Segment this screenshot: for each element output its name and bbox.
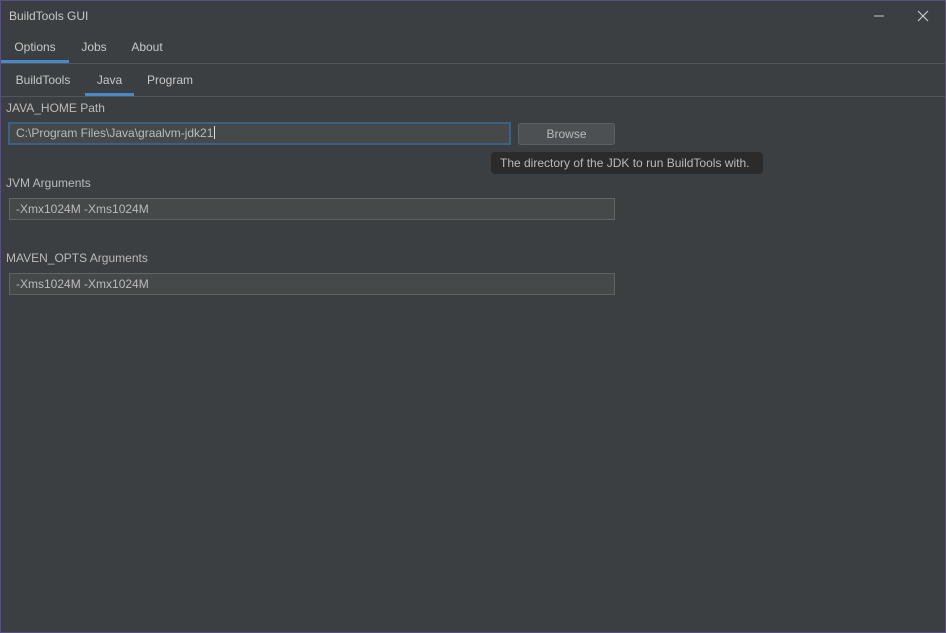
tab-options-label: Options bbox=[14, 40, 56, 54]
close-button[interactable] bbox=[901, 1, 945, 31]
tab-java-label: Java bbox=[96, 73, 123, 87]
title-bar[interactable]: BuildTools GUI bbox=[1, 1, 945, 31]
close-icon bbox=[917, 10, 929, 22]
text-caret bbox=[214, 126, 216, 139]
tab-buildtools-label: BuildTools bbox=[15, 73, 71, 87]
tab-jobs[interactable]: Jobs bbox=[69, 31, 119, 63]
maven-opts-label: MAVEN_OPTS Arguments bbox=[6, 251, 148, 265]
maven-opts-input[interactable]: -Xms1024M -Xmx1024M bbox=[9, 273, 615, 295]
tab-program[interactable]: Program bbox=[134, 64, 206, 96]
jvm-arguments-label: JVM Arguments bbox=[6, 176, 91, 190]
tab-buildtools[interactable]: BuildTools bbox=[1, 64, 85, 96]
main-tabs: Options Jobs About bbox=[1, 31, 945, 64]
browse-button[interactable]: Browse bbox=[518, 123, 615, 145]
java-home-label: JAVA_HOME Path bbox=[6, 101, 105, 115]
window-title: BuildTools GUI bbox=[9, 9, 89, 23]
minimize-icon bbox=[874, 15, 884, 17]
tab-options[interactable]: Options bbox=[1, 31, 69, 63]
tab-program-label: Program bbox=[146, 73, 193, 87]
java-home-value: C:\Program Files\Java\graalvm-jdk21 bbox=[16, 126, 214, 140]
java-home-input[interactable]: C:\Program Files\Java\graalvm-jdk21 bbox=[8, 122, 511, 145]
tab-about-label: About bbox=[131, 40, 163, 54]
jvm-arguments-input[interactable]: -Xmx1024M -Xms1024M bbox=[9, 198, 615, 220]
tooltip-text: The directory of the JDK to run BuildToo… bbox=[500, 156, 750, 170]
java-home-tooltip: The directory of the JDK to run BuildToo… bbox=[491, 152, 763, 174]
sub-tabs: BuildTools Java Program bbox=[1, 64, 945, 97]
app-window: BuildTools GUI Options Jobs About BuildT… bbox=[0, 0, 946, 633]
tab-jobs-label: Jobs bbox=[81, 40, 107, 54]
tab-java[interactable]: Java bbox=[85, 64, 134, 96]
tab-about[interactable]: About bbox=[119, 31, 175, 63]
jvm-arguments-value: -Xmx1024M -Xms1024M bbox=[16, 202, 149, 216]
minimize-button[interactable] bbox=[857, 1, 901, 31]
browse-button-label: Browse bbox=[546, 127, 587, 141]
maven-opts-value: -Xms1024M -Xmx1024M bbox=[16, 277, 149, 291]
